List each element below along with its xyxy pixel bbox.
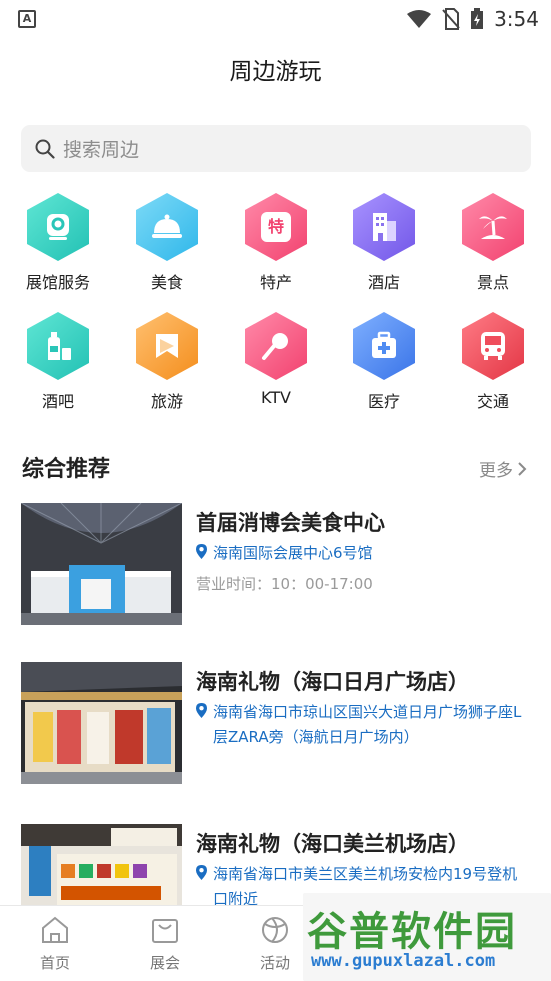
item-title: 海南礼物（海口美兰机场店） xyxy=(196,832,469,856)
item-address: 海南国际会展中心6号馆 xyxy=(196,541,526,566)
page-title: 周边游玩 xyxy=(229,59,322,85)
category-label: 旅游 xyxy=(150,392,183,411)
ball-icon xyxy=(262,917,288,943)
travel-flag-icon xyxy=(136,312,198,380)
more-link[interactable]: 更多 xyxy=(479,456,527,481)
category-hotel[interactable]: 酒店 xyxy=(334,193,434,293)
status-icons: 3:54 xyxy=(406,6,539,32)
category-label: 特产 xyxy=(259,273,292,292)
more-label: 更多 xyxy=(479,461,513,481)
microphone-icon xyxy=(245,312,307,380)
category-medical[interactable]: 医疗 xyxy=(334,312,434,412)
address-text: 海南省海口市琼山区国兴大道日月广场狮子座L层ZARA旁（海航日月广场内） xyxy=(213,703,522,746)
list-item[interactable]: 首届消博会美食中心 海南国际会展中心6号馆 营业时间：10：00-17:00 xyxy=(21,503,531,627)
hotel-building-icon xyxy=(353,193,415,261)
category-label: 美食 xyxy=(150,273,183,292)
food-cloche-icon xyxy=(136,193,198,261)
palm-tree-icon xyxy=(462,193,524,261)
section-title: 综合推荐 xyxy=(22,457,111,482)
search-icon xyxy=(35,139,55,159)
wifi-icon xyxy=(407,10,432,28)
bar-drink-icon xyxy=(27,312,89,380)
thumbnail-image xyxy=(21,662,182,784)
category-specialty[interactable]: 特 特产 xyxy=(226,193,326,293)
item-title: 首届消博会美食中心 xyxy=(196,511,385,535)
home-icon xyxy=(42,916,68,943)
category-ktv[interactable]: KTV xyxy=(226,312,326,407)
medical-kit-icon xyxy=(353,312,415,380)
category-venue-services[interactable]: 展馆服务 xyxy=(8,193,108,293)
category-label: 展馆服务 xyxy=(25,273,90,292)
category-bar[interactable]: 酒吧 xyxy=(8,312,108,412)
battery-charging-icon xyxy=(471,8,484,29)
specialty-icon-text: 特 xyxy=(261,212,291,242)
category-label: 酒吧 xyxy=(41,392,74,411)
category-label: 医疗 xyxy=(367,392,400,411)
chevron-right-icon xyxy=(518,461,527,476)
location-pin-icon xyxy=(196,703,207,718)
status-time: 3:54 xyxy=(494,7,539,31)
category-label: 景点 xyxy=(476,273,509,292)
category-attractions[interactable]: 景点 xyxy=(443,193,543,293)
thumbnail-image xyxy=(21,503,182,625)
nav-exhibition[interactable]: 展会 xyxy=(135,916,195,973)
bus-icon xyxy=(462,312,524,380)
item-address: 海南省海口市琼山区国兴大道日月广场狮子座L层ZARA旁（海航日月广场内） xyxy=(196,700,526,750)
location-pin-icon xyxy=(196,544,207,559)
search-input[interactable]: 搜索周边 xyxy=(21,125,531,172)
watermark-url: www.gupuxlazal.com xyxy=(311,951,496,971)
item-title: 海南礼物（海口日月广场店） xyxy=(196,670,469,694)
list-item[interactable]: 海南礼物（海口日月广场店） 海南省海口市琼山区国兴大道日月广场狮子座L层ZARA… xyxy=(21,662,531,786)
category-label: KTV xyxy=(261,388,291,407)
watermark-logo: 谷普软件园 www.gupuxlazal.com xyxy=(303,893,551,981)
specialty-icon: 特 xyxy=(245,193,307,261)
category-transport[interactable]: 交通 xyxy=(443,312,543,412)
category-food[interactable]: 美食 xyxy=(117,193,217,293)
search-placeholder: 搜索周边 xyxy=(63,139,140,161)
nav-home[interactable]: 首页 xyxy=(25,916,85,973)
watermark-title: 谷普软件园 xyxy=(307,909,517,955)
venue-pin-icon xyxy=(27,193,89,261)
nav-label: 首页 xyxy=(39,954,70,972)
nav-label: 展会 xyxy=(149,954,180,972)
bag-icon xyxy=(152,919,178,943)
category-label: 交通 xyxy=(476,392,509,411)
status-bar: A 3:54 xyxy=(0,0,551,38)
app-notification-icon: A xyxy=(18,10,36,28)
category-label: 酒店 xyxy=(367,273,400,292)
nav-label: 活动 xyxy=(259,954,290,972)
nav-activity[interactable]: 活动 xyxy=(245,916,305,973)
item-hours: 营业时间：10：00-17:00 xyxy=(196,575,373,593)
no-sim-icon xyxy=(442,8,460,30)
location-pin-icon xyxy=(196,865,207,880)
address-text: 海南国际会展中心6号馆 xyxy=(213,544,373,562)
category-travel[interactable]: 旅游 xyxy=(117,312,217,412)
